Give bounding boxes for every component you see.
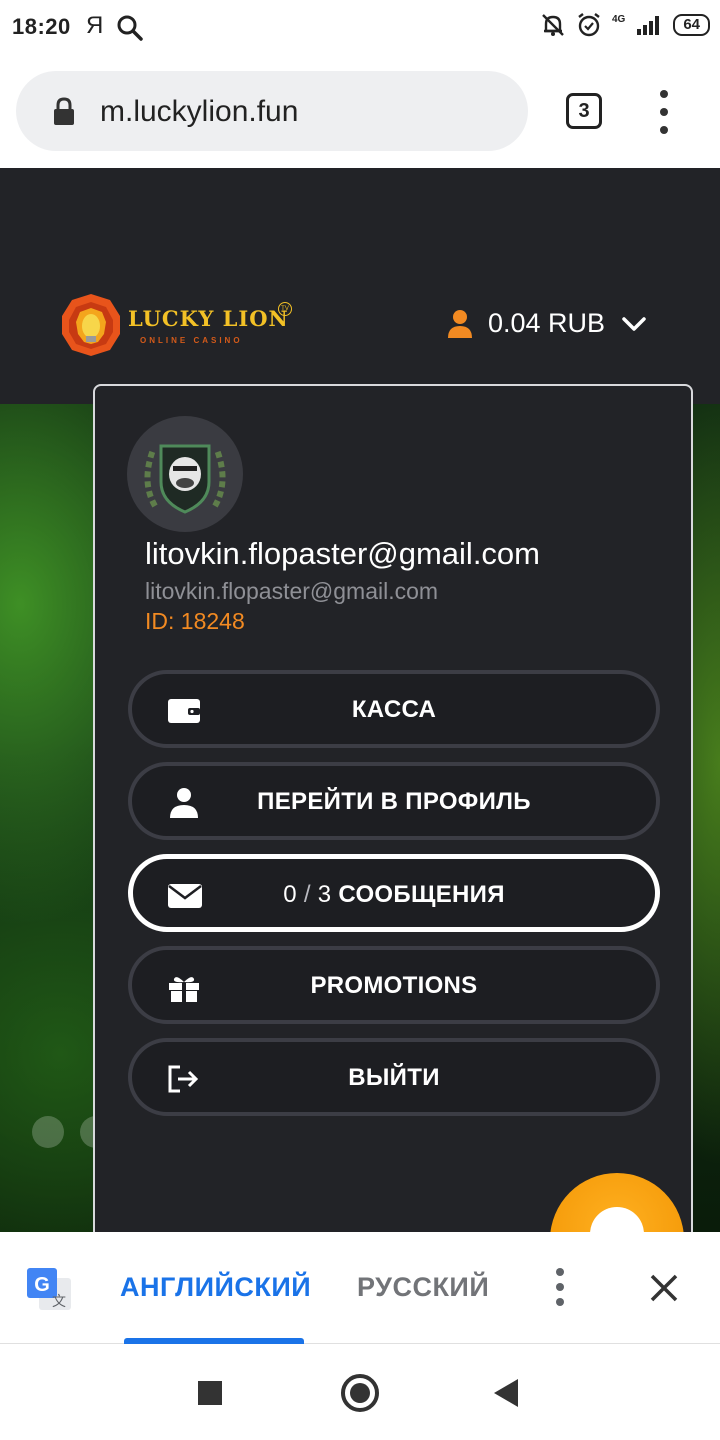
mute-bell-icon: [542, 14, 564, 36]
status-icons: 4G 64: [540, 12, 710, 38]
tab-switcher-button[interactable]: 3: [566, 93, 602, 129]
translate-bar: G 文 АНГЛИЙСКИЙ РУССКИЙ: [0, 1232, 720, 1344]
system-nav-bar: [0, 1345, 720, 1440]
account-dropdown-panel: litovkin.flopaster@gmail.com litovkin.fl…: [93, 384, 693, 1232]
active-tab-indicator: [124, 1338, 304, 1344]
svg-text:G: G: [34, 1274, 50, 1296]
lion-logo-icon: [62, 294, 120, 356]
avatar[interactable]: [127, 416, 243, 532]
slider-dot[interactable]: [32, 1116, 64, 1148]
user-icon: [448, 309, 472, 338]
user-display-name: litovkin.flopaster@gmail.com: [145, 536, 540, 571]
messages-total-count: 3: [317, 881, 332, 908]
status-time: 18:20: [12, 14, 71, 39]
gorilla-avatar-icon: [144, 444, 226, 514]
go-to-profile-label: ПЕРЕЙТИ В ПРОФИЛЬ: [257, 788, 531, 815]
yandex-icon: Я: [86, 12, 104, 39]
browser-menu-icon[interactable]: [652, 90, 676, 134]
translate-more-icon[interactable]: [550, 1268, 570, 1308]
alarm-icon: [578, 13, 600, 37]
close-icon[interactable]: [644, 1268, 684, 1308]
browser-toolbar: m.luckylion.fun 3: [0, 56, 720, 168]
logo-subtitle: ONLINE CASINO: [140, 336, 243, 345]
balance-amount: 0.04 RUB: [488, 308, 606, 338]
source-language-tab[interactable]: АНГЛИЙСКИЙ: [120, 1272, 311, 1303]
logout-label: ВЫЙТИ: [348, 1064, 440, 1091]
cashier-label: КАССА: [351, 696, 437, 723]
network-type-label: 4G: [611, 13, 626, 25]
url-text: m.luckylion.fun: [100, 95, 299, 128]
chevron-down-icon: [622, 316, 646, 331]
promotions-button[interactable]: PROMOTIONS: [128, 946, 660, 1024]
logo-text: LUCKY LION: [128, 306, 289, 331]
cashier-button[interactable]: КАССА: [128, 670, 660, 748]
status-bar: 18:20 Я 4G 64: [0, 0, 720, 56]
balance-dropdown[interactable]: 0.04 RUB: [446, 308, 647, 339]
google-translate-icon: G 文: [27, 1268, 71, 1310]
messages-separator: /: [303, 881, 311, 908]
search-icon: [117, 15, 143, 41]
chat-icon: [590, 1207, 644, 1232]
user-email: litovkin.flopaster@gmail.com: [145, 578, 439, 604]
site-viewport: LUCKY LION TV ONLINE CASINO 0.04 RUB lit…: [0, 168, 720, 1232]
logo-tv-badge: TV: [278, 302, 292, 316]
messages-text: СООБЩЕНИЯ: [338, 881, 505, 908]
target-language-tab[interactable]: РУССКИЙ: [357, 1272, 489, 1303]
promotions-label: PROMOTIONS: [310, 972, 478, 999]
messages-read-count: 0: [283, 881, 297, 908]
go-to-profile-button[interactable]: ПЕРЕЙТИ В ПРОФИЛЬ: [128, 762, 660, 840]
battery-indicator: 64: [673, 14, 710, 36]
messages-button[interactable]: 0 / 3 СООБЩЕНИЯ: [128, 854, 660, 932]
svg-text:文: 文: [52, 1294, 66, 1310]
messages-label: 0 / 3 СООБЩЕНИЯ: [133, 881, 655, 909]
back-button[interactable]: [494, 1379, 518, 1407]
lock-icon: [54, 97, 74, 125]
signal-icon: [637, 16, 660, 35]
home-button[interactable]: [341, 1374, 379, 1412]
logout-button[interactable]: ВЫЙТИ: [128, 1038, 660, 1116]
user-id: ID: 18248: [145, 608, 245, 634]
site-logo[interactable]: LUCKY LION TV ONLINE CASINO: [58, 292, 298, 362]
address-bar[interactable]: m.luckylion.fun: [16, 71, 528, 151]
recents-button[interactable]: [198, 1381, 222, 1405]
